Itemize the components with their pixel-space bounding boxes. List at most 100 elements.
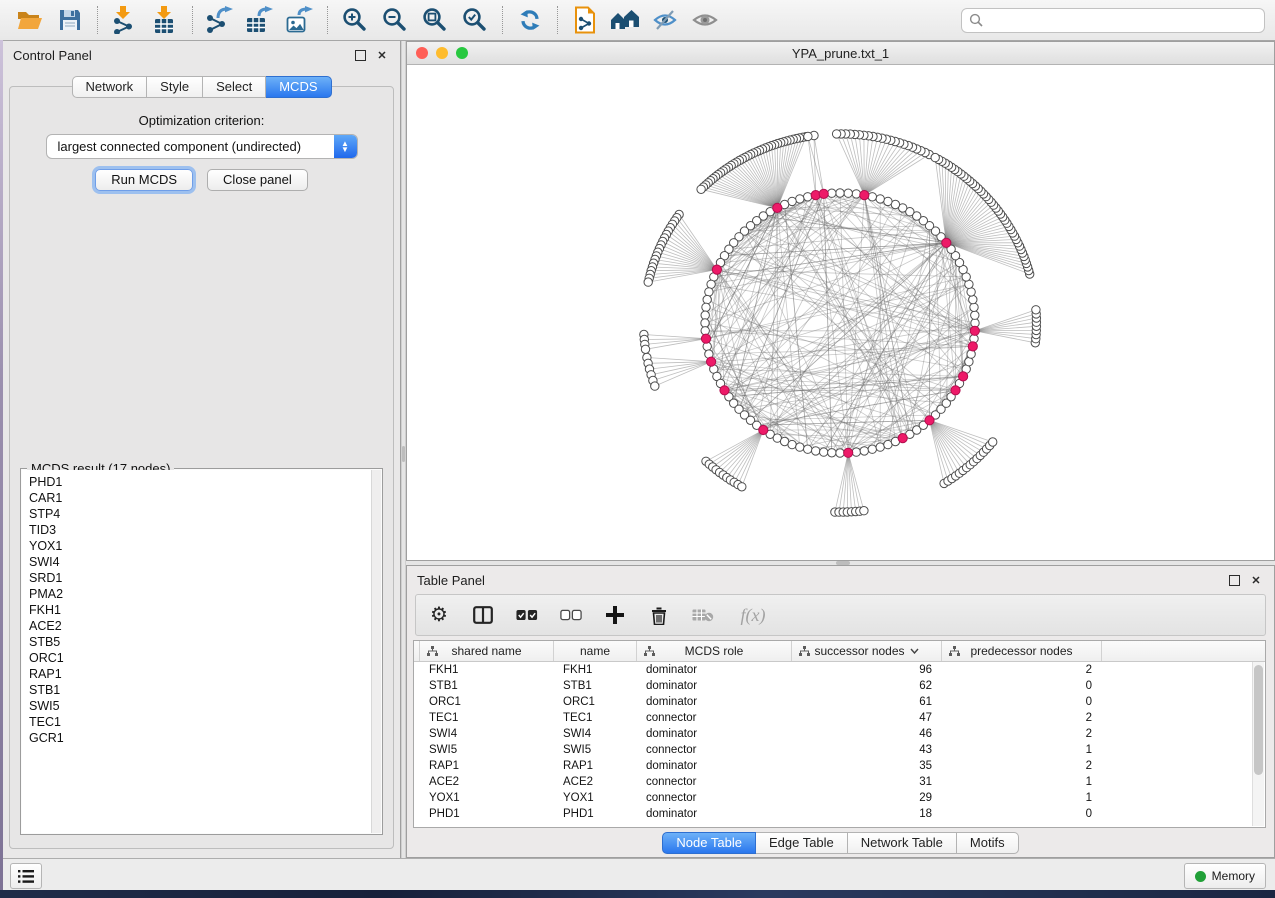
mcds-list-scrollbar[interactable] — [371, 470, 381, 833]
column-header-mcds-role[interactable]: MCDS role — [637, 641, 792, 661]
zoom-in-button[interactable] — [335, 3, 375, 37]
zoom-fit-button[interactable] — [415, 3, 455, 37]
network-node[interactable] — [804, 445, 812, 453]
mcds-result-item[interactable]: STP4 — [29, 506, 381, 522]
mcds-hub-node[interactable] — [720, 386, 729, 395]
mcds-hub-node[interactable] — [959, 372, 968, 381]
select-all-button[interactable] — [516, 604, 538, 626]
tab-style[interactable]: Style — [147, 76, 203, 98]
network-node[interactable] — [796, 195, 804, 203]
network-node[interactable] — [641, 345, 649, 353]
network-node[interactable] — [804, 132, 812, 140]
mcds-hub-node[interactable] — [701, 334, 710, 343]
network-node[interactable] — [836, 189, 844, 197]
network-node[interactable] — [860, 507, 868, 515]
mcds-hub-node[interactable] — [860, 191, 869, 200]
hide-graphics-button[interactable] — [685, 3, 725, 37]
network-node[interactable] — [868, 445, 876, 453]
tab-mcds[interactable]: MCDS — [266, 76, 331, 98]
float-panel-icon[interactable] — [352, 47, 368, 63]
close-panel-icon[interactable]: ✕ — [1248, 572, 1264, 588]
mcds-result-item[interactable]: FKH1 — [29, 602, 381, 618]
deselect-all-button[interactable] — [560, 604, 582, 626]
network-node[interactable] — [852, 190, 860, 198]
network-node[interactable] — [828, 189, 836, 197]
tab-motifs[interactable]: Motifs — [957, 832, 1019, 854]
network-node[interactable] — [644, 278, 652, 286]
network-canvas[interactable] — [407, 65, 1274, 560]
table-row[interactable]: TEC1TEC1connector472 — [414, 710, 1265, 726]
column-header-name[interactable]: name — [554, 641, 637, 661]
network-node[interactable] — [876, 195, 884, 203]
splitter-handle[interactable] — [402, 446, 405, 462]
memory-button[interactable]: Memory — [1184, 863, 1266, 889]
table-row[interactable]: SWI5SWI5connector431 — [414, 742, 1265, 758]
mcds-hub-node[interactable] — [773, 203, 782, 212]
mcds-hub-node[interactable] — [898, 434, 907, 443]
close-panel-button[interactable]: Close panel — [207, 169, 308, 191]
scrollbar-thumb[interactable] — [1254, 665, 1263, 775]
mcds-hub-node[interactable] — [759, 425, 768, 434]
network-from-selection-button[interactable] — [565, 3, 605, 37]
network-node[interactable] — [812, 447, 820, 455]
network-node[interactable] — [1032, 306, 1040, 314]
mcds-hub-node[interactable] — [951, 386, 960, 395]
column-header-successor-nodes[interactable]: successor nodes — [792, 641, 942, 661]
mcds-result-item[interactable]: PHD1 — [29, 474, 381, 490]
table-row[interactable]: ORC1ORC1dominator610 — [414, 694, 1265, 710]
mcds-hub-node[interactable] — [942, 238, 951, 247]
mcds-hub-node[interactable] — [712, 265, 721, 274]
mcds-hub-node[interactable] — [925, 416, 934, 425]
network-node[interactable] — [796, 443, 804, 451]
network-window-titlebar[interactable]: YPA_prune.txt_1 — [407, 42, 1274, 65]
column-header-predecessor-nodes[interactable]: predecessor nodes — [942, 641, 1102, 661]
import-table-button[interactable] — [145, 3, 185, 37]
mcds-result-item[interactable]: YOX1 — [29, 538, 381, 554]
network-node[interactable] — [971, 311, 979, 319]
table-scrollbar[interactable] — [1252, 662, 1264, 826]
network-node[interactable] — [884, 197, 892, 205]
network-node[interactable] — [832, 130, 840, 138]
mcds-result-item[interactable]: ORC1 — [29, 650, 381, 666]
table-row[interactable]: PHD1PHD1dominator180 — [414, 806, 1265, 822]
mcds-result-item[interactable]: SRD1 — [29, 570, 381, 586]
mcds-result-item[interactable]: TID3 — [29, 522, 381, 538]
show-networks-button[interactable] — [605, 3, 645, 37]
mcds-result-list[interactable]: PHD1CAR1STP4TID3YOX1SWI4SRD1PMA2FKH1ACE2… — [22, 470, 381, 833]
network-node[interactable] — [788, 440, 796, 448]
zoom-out-button[interactable] — [375, 3, 415, 37]
export-network-button[interactable] — [200, 3, 240, 37]
network-node[interactable] — [820, 448, 828, 456]
show-columns-button[interactable] — [472, 604, 494, 626]
mcds-hub-node[interactable] — [970, 326, 979, 335]
mcds-hub-node[interactable] — [819, 189, 828, 198]
tab-network[interactable]: Network — [71, 76, 147, 98]
table-settings-button[interactable]: ⚙ — [428, 604, 450, 626]
mcds-result-item[interactable]: STB1 — [29, 682, 381, 698]
network-node[interactable] — [852, 448, 860, 456]
mcds-result-item[interactable]: RAP1 — [29, 666, 381, 682]
network-node[interactable] — [701, 319, 709, 327]
optimization-criterion-select[interactable]: largest connected component (undirected)… — [46, 134, 358, 159]
close-panel-icon[interactable]: ✕ — [374, 47, 390, 63]
network-node[interactable] — [701, 311, 709, 319]
network-node[interactable] — [707, 280, 715, 288]
task-history-button[interactable] — [10, 863, 42, 889]
tab-select[interactable]: Select — [203, 76, 266, 98]
network-node[interactable] — [967, 288, 975, 296]
mcds-result-item[interactable]: SWI4 — [29, 554, 381, 570]
network-node[interactable] — [836, 449, 844, 457]
search-field[interactable] — [961, 8, 1265, 33]
network-node[interactable] — [876, 443, 884, 451]
import-network-button[interactable] — [105, 3, 145, 37]
mcds-result-item[interactable]: STB5 — [29, 634, 381, 650]
tab-node-table[interactable]: Node Table — [662, 832, 756, 854]
refresh-button[interactable] — [510, 3, 550, 37]
network-node[interactable] — [868, 193, 876, 201]
network-graph[interactable] — [407, 65, 1274, 561]
search-input[interactable] — [983, 12, 1257, 28]
float-panel-icon[interactable] — [1226, 572, 1242, 588]
network-node[interactable] — [738, 483, 746, 491]
table-row[interactable]: STB1STB1dominator620 — [414, 678, 1265, 694]
tab-network-table[interactable]: Network Table — [848, 832, 957, 854]
